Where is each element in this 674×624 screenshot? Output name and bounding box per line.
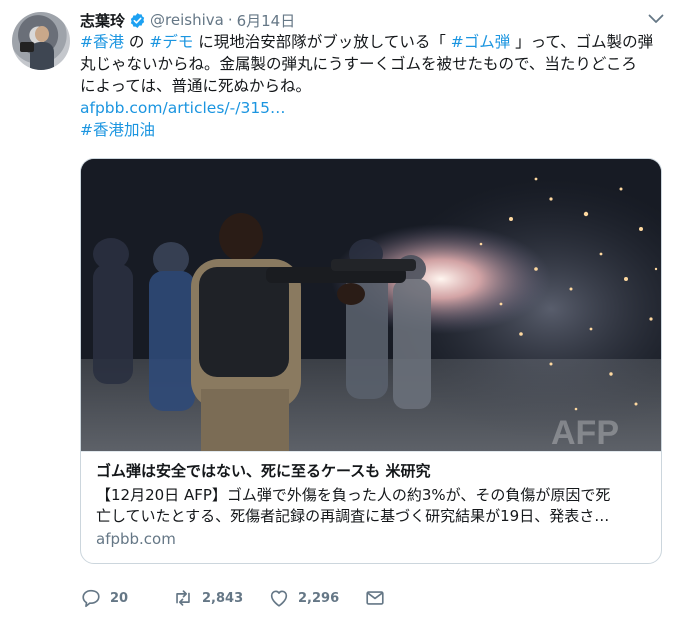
tweet-text-line: によっては、普通に死ぬからね。 (80, 75, 660, 97)
tweet-text-segment: によっては、普通に死ぬからね。 (80, 77, 311, 95)
card-description-line: 【12月20日 AFP】ゴム弾で外傷を負った人の約3%が、その負傷が原因で死 (96, 486, 611, 504)
card-body[interactable]: ゴム弾は安全ではない、死に至るケースも 米研究 【12月20日 AFP】ゴム弾で… (81, 451, 661, 563)
tweet-text-segment: 」って、ゴム製の弾 (510, 33, 654, 51)
tweet-date[interactable]: 6月14日 (237, 10, 296, 31)
retweet-count: 2,843 (202, 590, 244, 606)
tweet-text-segment: 丸じゃないからね。金属製の弾丸にうすーくゴムを被せたもので、当たりどころ (80, 55, 637, 73)
afp-watermark: AFP (551, 414, 619, 451)
tweet-text: #香港 の #デモ に現地治安部隊がブッ放している「 #ゴム弾 」って、ゴム製の… (80, 31, 660, 141)
author-name[interactable]: 志葉玲 (80, 10, 125, 31)
tweet-text-line: 丸じゃないからね。金属製の弾丸にうすーくゴムを被せたもので、当たりどころ (80, 53, 660, 75)
avatar[interactable] (12, 12, 70, 70)
reply-button[interactable]: 20 (80, 587, 172, 609)
like-button[interactable]: 2,296 (268, 587, 364, 609)
reply-icon (82, 589, 100, 608)
hashtag-link[interactable]: #香港 (80, 33, 124, 51)
retweet-button[interactable]: 2,843 (172, 587, 268, 609)
message-button[interactable] (364, 587, 404, 609)
card-photo-scene: AFP (81, 159, 661, 451)
retweet-icon (176, 590, 190, 606)
chevron-down-icon[interactable] (648, 14, 664, 24)
like-count: 2,296 (298, 590, 340, 606)
hashtag-link[interactable]: #デモ (149, 33, 193, 51)
tweet-actions: 20 2,843 2,296 (80, 584, 404, 612)
tweet-text-line: #香港 の #デモ に現地治安部隊がブッ放している「 #ゴム弾 」って、ゴム製の… (80, 31, 660, 53)
avatar-head (35, 26, 49, 42)
tweet-text-segment: の (124, 33, 150, 51)
envelope-icon (366, 591, 384, 605)
tweet-text-segment: に現地治安部隊がブッ放している「 (193, 33, 451, 51)
hashtag-link[interactable]: #ゴム弾 (451, 33, 511, 51)
heart-icon (270, 590, 288, 607)
avatar-camera (20, 42, 34, 52)
tweet-header: 志葉玲 @reishiva · 6月14日 (80, 9, 295, 31)
tweet[interactable]: 志葉玲 @reishiva · 6月14日 #香港 の #デモ に現地治安部隊が… (0, 0, 674, 624)
article-link[interactable]: afpbb.com/articles/-/315… (80, 99, 286, 117)
reply-count: 20 (110, 590, 129, 606)
tweet-text-line: afpbb.com/articles/-/315… (80, 97, 660, 119)
card-photo[interactable]: AFP (81, 159, 661, 451)
card-domain: afpbb.com (96, 530, 176, 548)
card-title: ゴム弾は安全ではない、死に至るケースも 米研究 (96, 462, 431, 480)
card-description: 【12月20日 AFP】ゴム弾で外傷を負った人の約3%が、その負傷が原因で死 亡… (96, 485, 648, 527)
verified-badge-icon (130, 12, 145, 28)
hashtag-link[interactable]: #香港加油 (80, 121, 155, 139)
card-description-line: 亡していたとする、死傷者記録の再調査に基づく研究結果が19日、発表さ… (96, 507, 610, 525)
author-handle[interactable]: @reishiva (150, 11, 224, 29)
tweet-text-line: #香港加油 (80, 119, 660, 141)
header-separator: · (227, 11, 233, 29)
link-card[interactable]: AFP ゴム弾は安全ではない、死に至るケースも 米研究 【12月20日 AFP】… (80, 158, 662, 564)
